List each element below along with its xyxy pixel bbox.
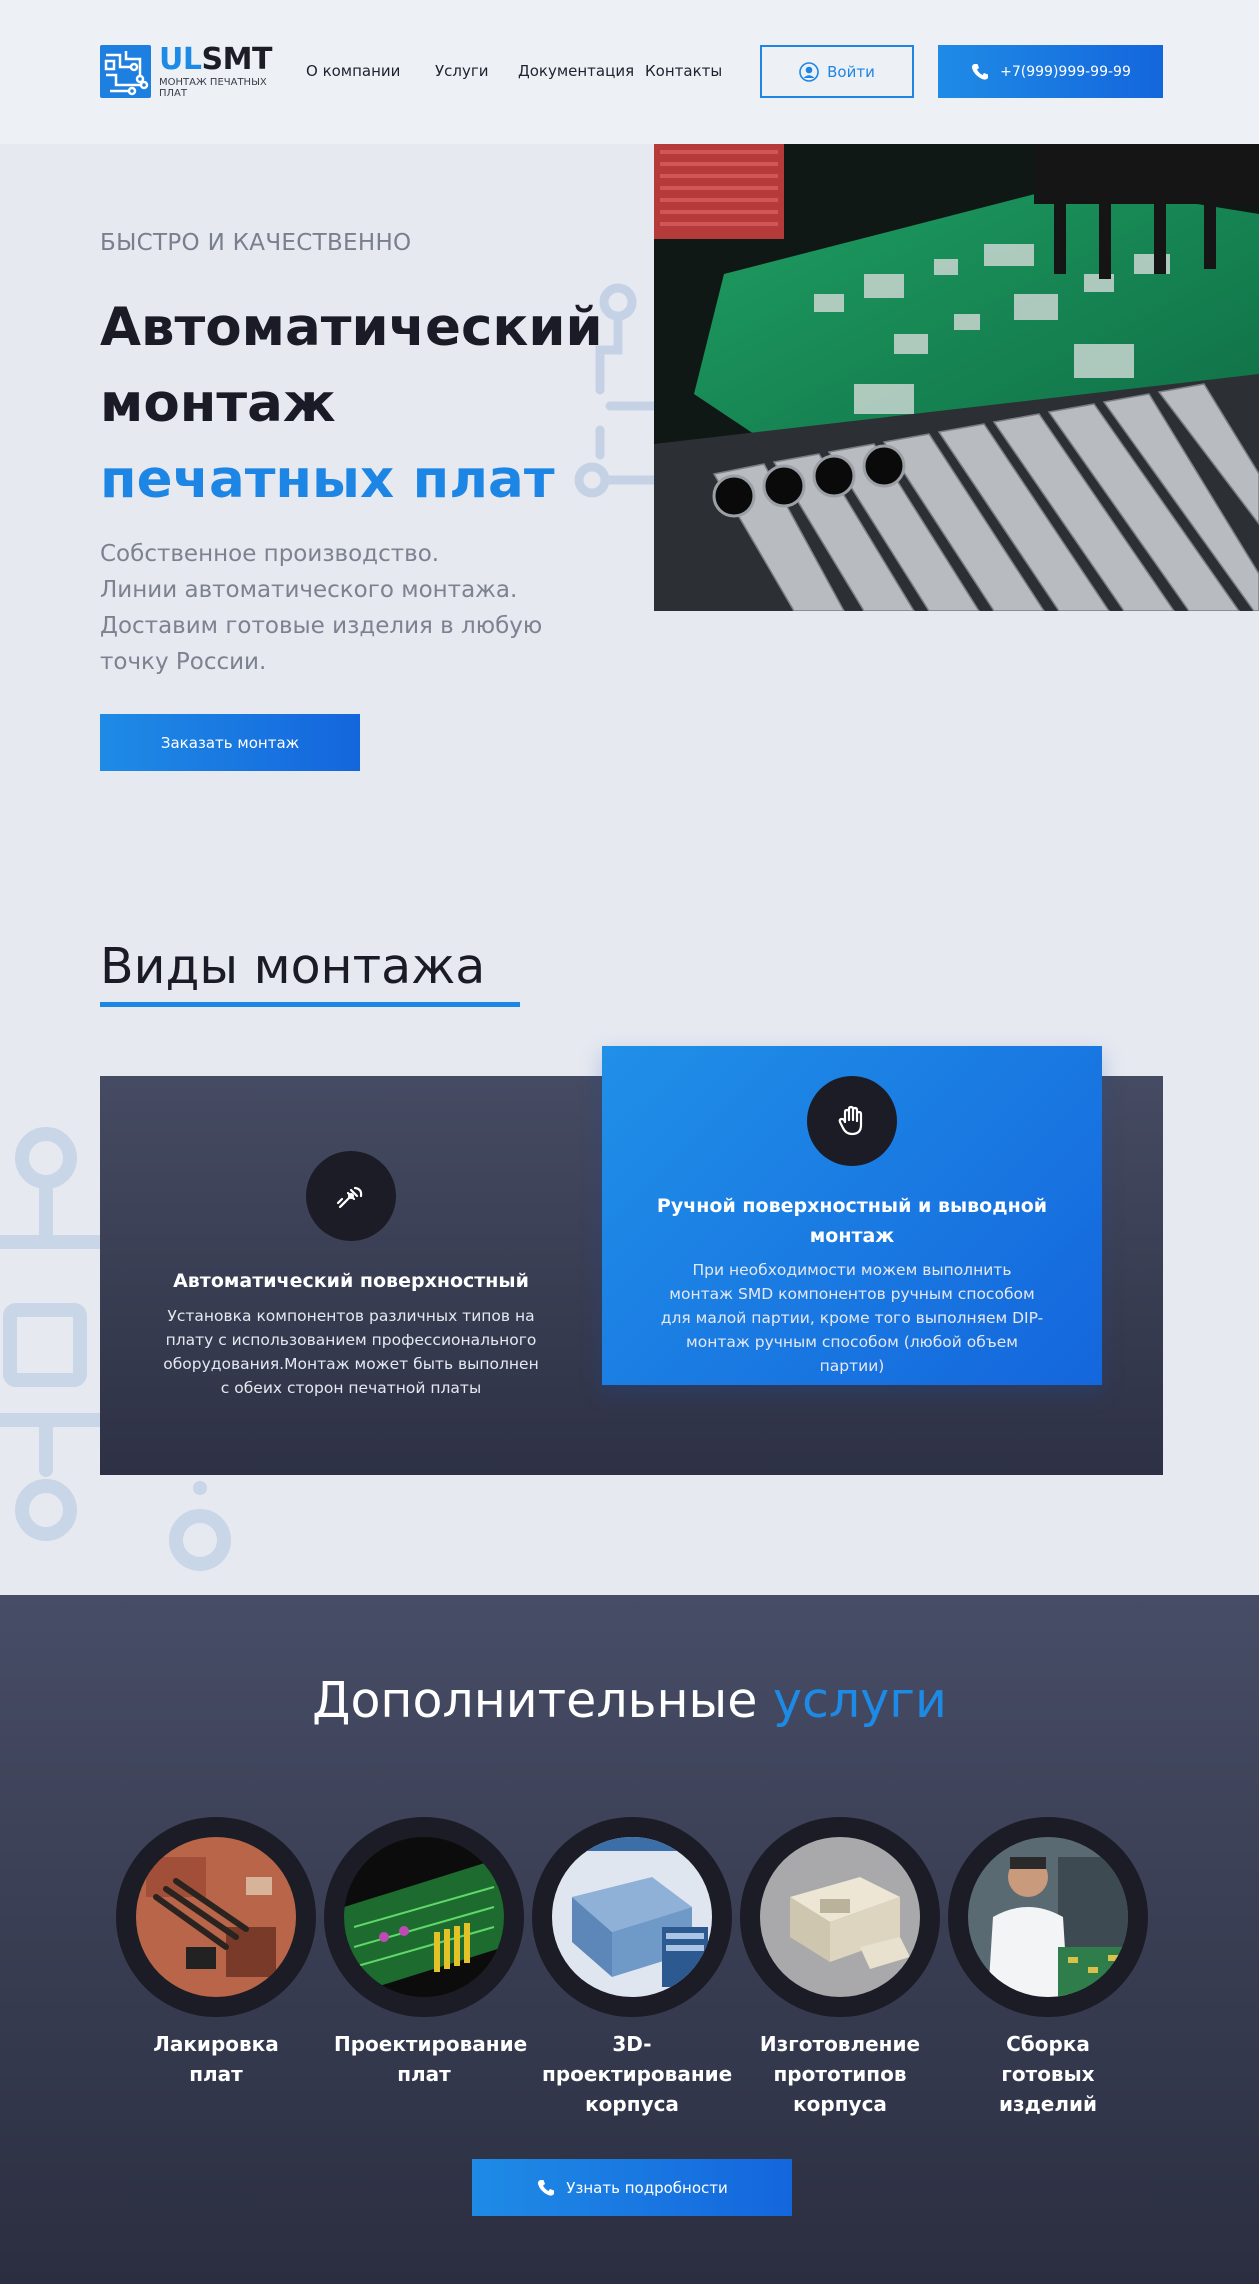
- type-card-automatic[interactable]: Автоматический поверхностный Установка к…: [100, 1076, 602, 1475]
- type-name: Ручной поверхностный и выводной монтаж: [656, 1195, 1048, 1247]
- service-label: Изготовление прототипов корпуса: [759, 2032, 921, 2116]
- hero-title-line1: Автоматический: [100, 297, 603, 358]
- service-label: Лакировка плат: [153, 2032, 279, 2086]
- nav-contacts[interactable]: Контакты: [645, 62, 722, 80]
- logo-smt: SMT: [201, 42, 272, 77]
- hero-description: Собственное производство. Линии автомати…: [100, 536, 560, 680]
- service-label: Проектирование плат: [334, 2032, 528, 2086]
- service-image-frame: [324, 1817, 524, 2017]
- service-label: Сборка готовых изделий: [998, 2032, 1098, 2116]
- nav-about[interactable]: О компании: [306, 62, 400, 80]
- service-image-frame: [740, 1817, 940, 2017]
- service-assembly[interactable]: Сборка готовых изделий: [948, 1817, 1148, 2119]
- nav-docs[interactable]: Документация: [518, 62, 634, 80]
- learn-more-label: Узнать подробности: [566, 2178, 728, 2197]
- user-icon: [799, 61, 819, 82]
- login-button[interactable]: Войти: [760, 45, 914, 98]
- service-pcb-design[interactable]: Проектирование плат: [324, 1817, 528, 2089]
- type-description: При необходимости можем выполнить монтаж…: [660, 1261, 1044, 1375]
- logo-ul: UL: [159, 42, 202, 77]
- site-header: ULSMT МОНТАЖ ПЕЧАТНЫХ ПЛАТ О компании Ус…: [0, 0, 1259, 144]
- logo-subtitle: МОНТАЖ ПЕЧАТНЫХ ПЛАТ: [159, 77, 267, 99]
- service-varnish[interactable]: Лакировка плат: [116, 1817, 316, 2089]
- types-section-title: Виды монтажа: [100, 938, 486, 995]
- service-image-frame: [948, 1817, 1148, 2017]
- hero-kicker: БЫСТРО И КАЧЕСТВЕННО: [100, 230, 412, 256]
- hand-icon: [807, 1076, 897, 1166]
- service-image: [760, 1837, 920, 1997]
- login-label: Войти: [827, 62, 875, 81]
- phone-icon: [972, 63, 989, 80]
- learn-more-button[interactable]: Узнать подробности: [472, 2159, 792, 2216]
- service-image: [136, 1837, 296, 1997]
- service-prototypes[interactable]: Изготовление прототипов корпуса: [740, 1817, 940, 2119]
- service-3d-design[interactable]: 3D-проектирование корпуса: [532, 1817, 732, 2119]
- type-name: Автоматический поверхностный: [173, 1270, 529, 1292]
- service-image: [968, 1837, 1128, 1997]
- type-card-manual[interactable]: Ручной поверхностный и выводной монтаж П…: [602, 1046, 1102, 1385]
- extra-title-main: Дополнительные: [312, 1672, 758, 1729]
- circuit-logo-icon: [100, 45, 151, 98]
- phone-button[interactable]: +7(999)999-99-99: [938, 45, 1163, 98]
- service-image: [552, 1837, 712, 1997]
- service-image-frame: [116, 1817, 316, 2017]
- nav-services[interactable]: Услуги: [435, 62, 488, 80]
- type-description: Установка компонентов различных типов на…: [163, 1307, 539, 1397]
- hero-title-accent: печатных плат: [100, 449, 555, 510]
- logo[interactable]: ULSMT МОНТАЖ ПЕЧАТНЫХ ПЛАТ: [100, 45, 274, 99]
- order-button[interactable]: Заказать монтаж: [100, 714, 360, 771]
- pcb-machine-image: [654, 144, 1259, 611]
- extra-services-title: Дополнительные услуги: [0, 1672, 1259, 1729]
- solder-icon: [306, 1151, 396, 1241]
- service-image: [344, 1837, 504, 1997]
- service-label: 3D-проектирование корпуса: [542, 2032, 733, 2116]
- hero-desc-line: Доставим готовые изделия в любую точку Р…: [100, 613, 543, 675]
- phone-label: +7(999)999-99-99: [1000, 63, 1131, 80]
- extra-title-accent: услуги: [772, 1672, 947, 1729]
- hero-title: Автоматический монтаж печатных плат: [100, 290, 620, 518]
- hero-title-line2: монтаж: [100, 373, 336, 434]
- service-image-frame: [532, 1817, 732, 2017]
- phone-icon: [538, 2179, 555, 2196]
- hero-desc-line: Собственное производство.: [100, 541, 440, 567]
- title-underline: [100, 1002, 520, 1007]
- hero-desc-line: Линии автоматического монтажа.: [100, 577, 518, 603]
